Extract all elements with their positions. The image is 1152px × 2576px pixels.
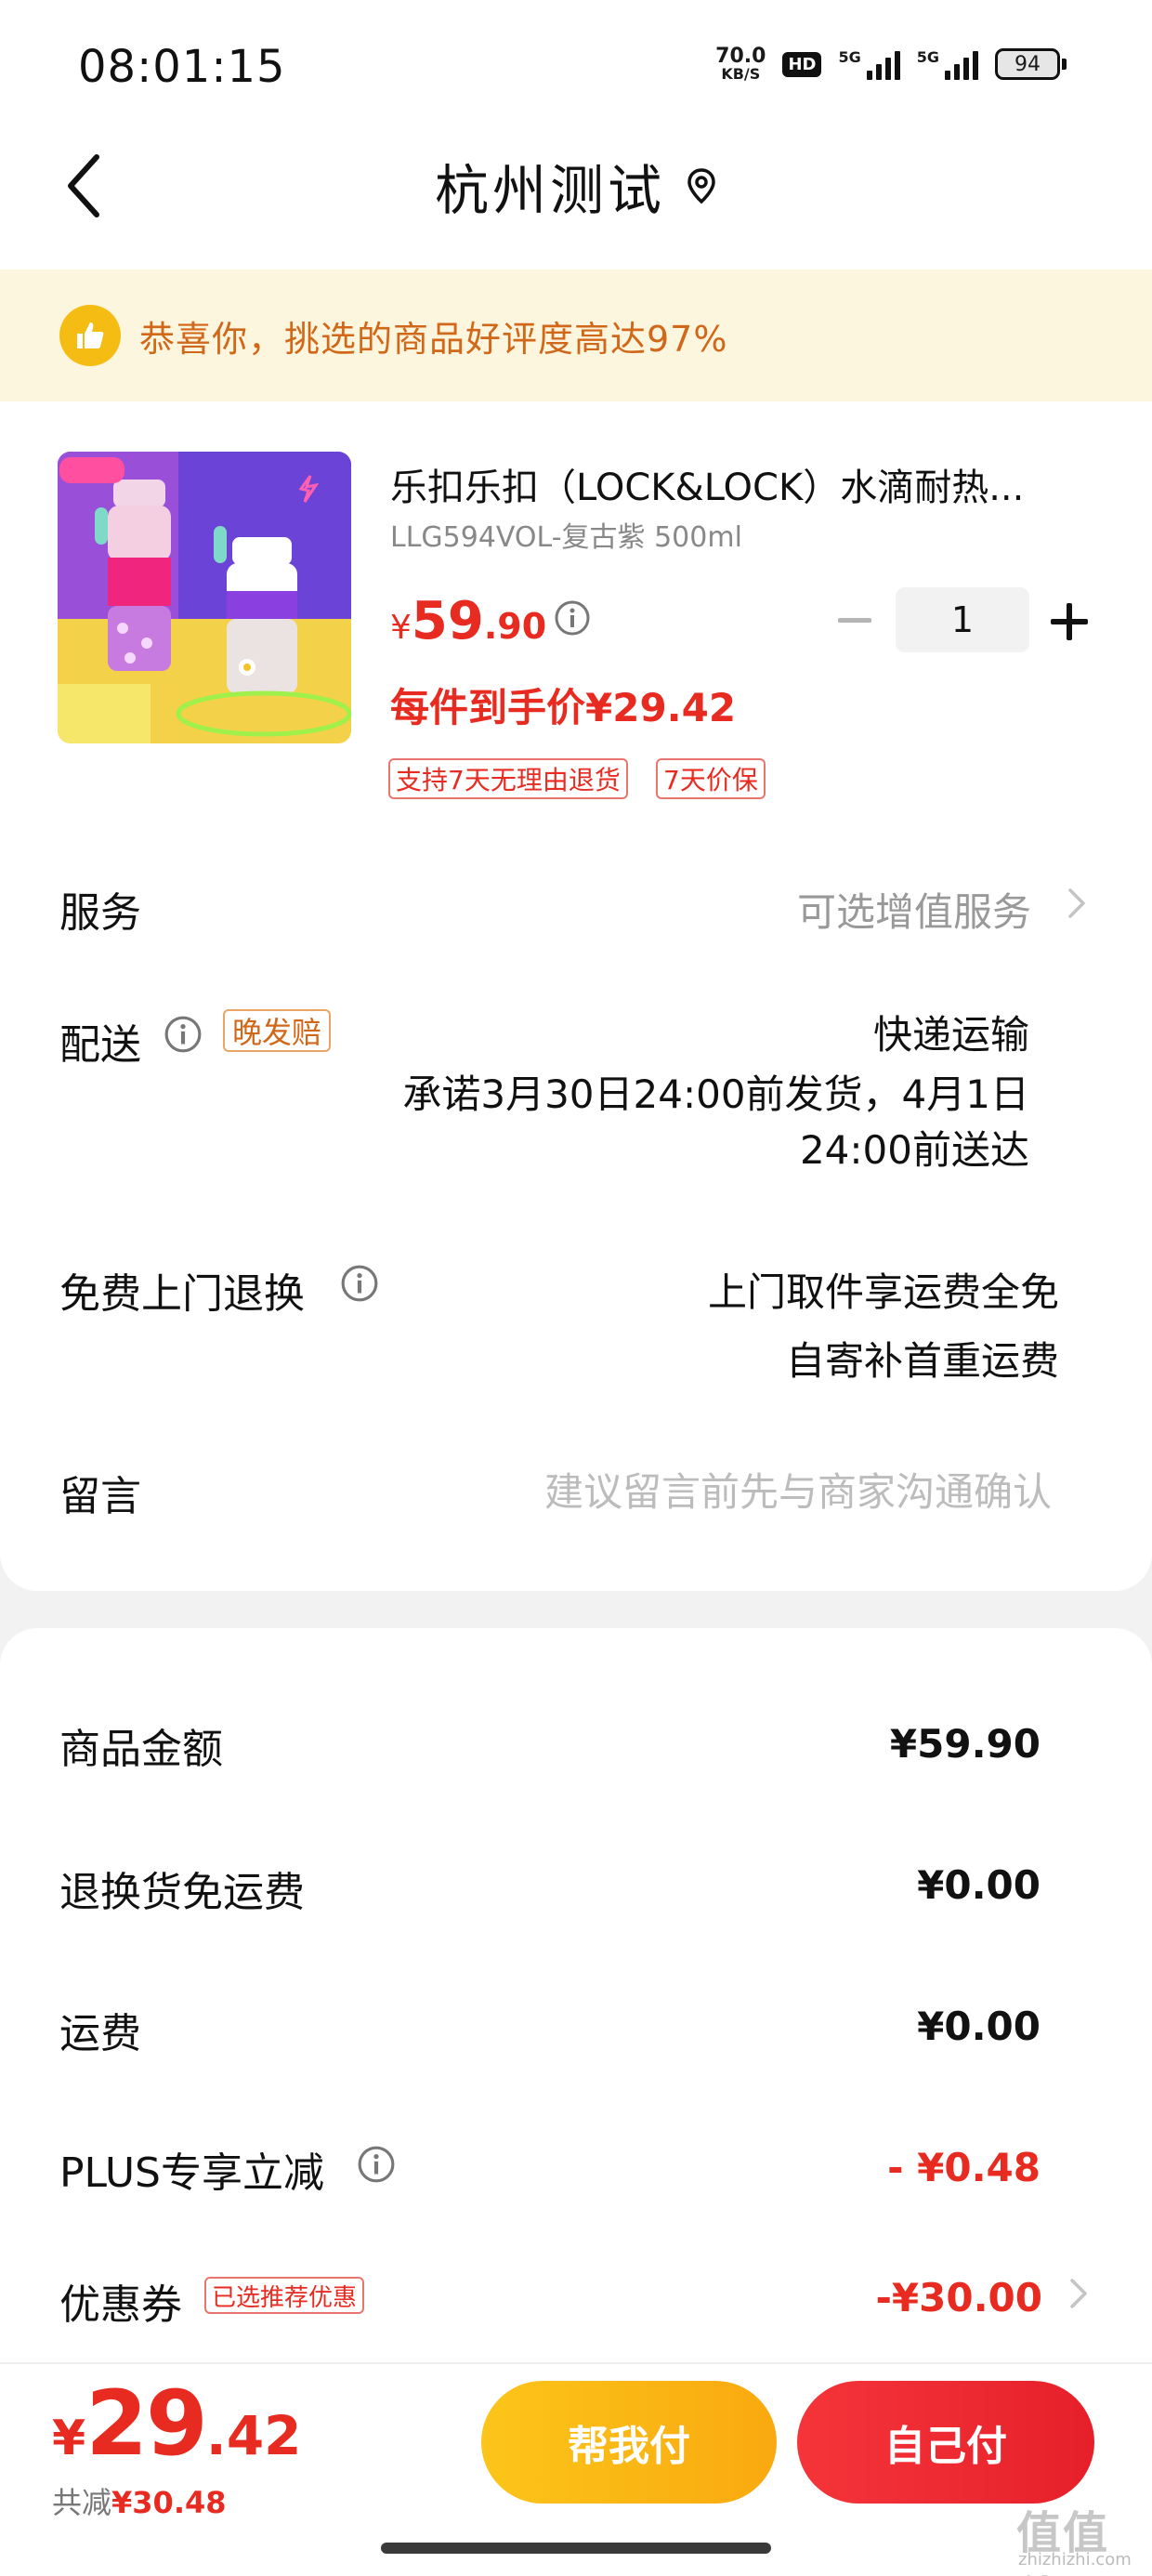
chevron-right-icon[interactable] (1063, 881, 1091, 926)
status-clock: 08:01:15 (78, 41, 286, 93)
home-indicator[interactable] (381, 2543, 771, 2554)
sim2-network-label: 5G (916, 48, 939, 66)
product-spec[interactable]: LLG594VOL-复古紫 500ml (390, 514, 742, 555)
total-decimal: .42 (205, 2404, 302, 2467)
free-return-line1: 上门取件享运费全免 (707, 1269, 1059, 1315)
goods-amount-label: 商品金额 (59, 1726, 223, 1773)
product-price: ¥ 59 .90 (390, 591, 546, 651)
price-currency: ¥ (390, 609, 412, 647)
network-speed: 70.0 KB/S (715, 46, 766, 82)
delivery-label: 配送 (59, 1021, 141, 1069)
signal-sim2-icon: 5G (917, 48, 978, 80)
late-delivery-compensation-badge: 晚发赔 (223, 1009, 332, 1052)
service-value[interactable]: 可选增值服务 (797, 881, 1031, 938)
rating-banner-text: 恭喜你，挑选的商品好评度高达97% (139, 318, 728, 360)
delivery-info-icon[interactable] (164, 1015, 203, 1054)
status-icons: 70.0 KB/S HD 5G 5G 94 (715, 46, 1067, 82)
shipping-mode: 快递运输 (872, 1012, 1029, 1058)
coupon-recommended-badge: 已选推荐优惠 (204, 2277, 365, 2314)
delivery-promise: 承诺3月30日24:00前发货，4月1日24:00前送达 (402, 1071, 1029, 1173)
return-policy-tag: 支持7天无理由退货 (388, 758, 628, 799)
sim1-network-label: 5G (838, 48, 861, 66)
free-return-details: 上门取件享运费全免 自寄补首重运费 (708, 1258, 1059, 1396)
self-pay-button[interactable]: 自己付 (797, 2381, 1094, 2504)
plus-discount-label: PLUS专享立减 (59, 2149, 324, 2197)
price-protection-tag: 7天价保 (656, 758, 766, 799)
location-pin-icon (687, 168, 715, 204)
total-price: ¥ 29 .42 (52, 2372, 302, 2476)
friend-pay-button[interactable]: 帮我付 (481, 2381, 777, 2504)
page-title: 杭州测试 (434, 159, 665, 222)
free-return-label: 免费上门退换 (59, 1270, 305, 1318)
watermark-url: zhizhizhi.com (1018, 2550, 1132, 2569)
free-return-line2: 自寄补首重运费 (785, 1338, 1059, 1384)
network-speed-value: 70.0 (715, 45, 766, 68)
message-input[interactable]: 建议留言前先与商家沟通确认 (544, 1461, 1052, 1518)
minus-icon (838, 618, 871, 623)
total-integer: 29 (85, 2372, 208, 2476)
rating-banner: 恭喜你，挑选的商品好评度高达97% (0, 269, 1152, 401)
saved-amount: ¥30.48 (111, 2485, 227, 2520)
service-label: 服务 (59, 889, 141, 937)
unit-final-price: 每件到手价¥29.42 (390, 685, 737, 730)
water-bottle-illustration (58, 452, 351, 743)
thumbs-up-icon (59, 305, 121, 366)
product-image[interactable] (58, 452, 351, 743)
shipping-fee-value: ¥0.00 (917, 2004, 1041, 2049)
hd-voice-icon: HD (782, 51, 822, 77)
battery-level: 94 (995, 48, 1060, 80)
saved-prefix: 共减 (52, 2485, 112, 2520)
nav-title-area[interactable]: 杭州测试 (0, 149, 1152, 223)
product-title[interactable]: 乐扣乐扣（LOCK&LOCK）水滴耐热... (390, 457, 1096, 511)
price-integer: 59 (411, 591, 484, 651)
return-shipping-label: 退换货免运费 (59, 1869, 305, 1916)
message-label: 留言 (59, 1473, 141, 1520)
plus-icon (1051, 603, 1088, 640)
chevron-right-icon[interactable] (1067, 2273, 1091, 2314)
battery-icon: 94 (995, 48, 1067, 80)
return-shipping-value: ¥0.00 (917, 1862, 1041, 1908)
price-info-icon[interactable] (554, 599, 591, 637)
free-return-info-icon[interactable] (340, 1264, 379, 1303)
coupon-label[interactable]: 优惠券 (59, 2271, 182, 2331)
plus-discount-value: - ¥0.48 (887, 2145, 1041, 2190)
coupon-value[interactable]: -¥30.00 (875, 2275, 1042, 2320)
signal-sim1-icon: 5G (838, 48, 900, 80)
goods-amount-value: ¥59.90 (889, 1721, 1041, 1767)
quantity-input[interactable]: 1 (896, 587, 1029, 652)
total-saved: 共减¥30.48 (52, 2479, 227, 2522)
shipping-fee-label: 运费 (59, 2010, 141, 2057)
total-currency: ¥ (52, 2411, 86, 2466)
plus-discount-info-icon[interactable] (357, 2145, 396, 2184)
price-decimal: .90 (483, 606, 547, 647)
network-speed-unit: KB/S (721, 65, 761, 83)
quantity-increase-button[interactable] (1048, 600, 1091, 643)
quantity-decrease-button[interactable] (836, 602, 873, 639)
